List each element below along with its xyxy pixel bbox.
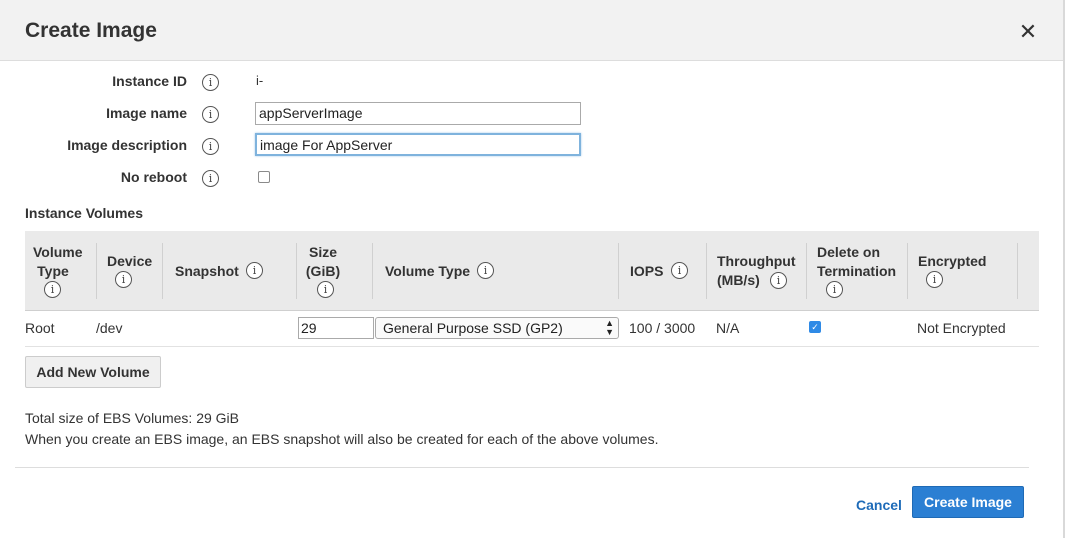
image-description-input[interactable]: image For AppServer — [255, 133, 581, 156]
column-divider — [806, 243, 807, 299]
delete-on-termination-checkbox[interactable]: ✓ — [809, 321, 821, 333]
col-snapshot: Snapshot — [175, 263, 239, 279]
row-throughput: N/A — [716, 320, 740, 336]
image-name-label: Image name — [106, 105, 187, 121]
image-name-input[interactable]: appServerImage — [255, 102, 581, 125]
add-new-volume-button[interactable]: Add New Volume — [25, 356, 161, 388]
row-iops: 100 / 3000 — [629, 320, 696, 336]
col-device-info-icon[interactable]: i — [115, 271, 132, 288]
col-snapshot-info-icon[interactable]: i — [246, 262, 263, 279]
instance-volumes-title: Instance Volumes — [25, 205, 144, 221]
no-reboot-label: No reboot — [120, 169, 187, 185]
col-size-line2: (GiB) — [305, 263, 341, 279]
col-device: Device — [107, 253, 153, 269]
col-ebs-volume-type-info-icon[interactable]: i — [477, 262, 494, 279]
instance-id-value: i- — [256, 73, 264, 88]
col-volume-type-line2: Type — [37, 263, 69, 279]
col-volume-type-info-icon[interactable]: i — [44, 281, 61, 298]
volume-type-select-value: General Purpose SSD (GP2) — [383, 320, 563, 336]
cancel-button[interactable]: Cancel — [856, 497, 902, 513]
col-throughput-info-icon[interactable]: i — [770, 272, 787, 289]
column-divider — [1017, 243, 1018, 299]
col-encrypted-info-icon[interactable]: i — [926, 271, 943, 288]
column-divider — [162, 243, 163, 299]
row-device: /dev — [96, 320, 123, 336]
no-reboot-checkbox[interactable] — [258, 171, 270, 183]
select-arrows-icon: ▲ ▼ — [605, 318, 614, 337]
column-divider — [296, 243, 297, 299]
col-throughput-line1: Throughput — [717, 253, 796, 269]
instance-id-info-icon[interactable]: i — [202, 74, 219, 91]
column-divider — [618, 243, 619, 299]
row-divider — [25, 346, 1039, 347]
col-delete-on-termination: Delete on Termination — [817, 243, 896, 281]
column-divider — [96, 243, 97, 299]
image-description-info-icon[interactable]: i — [202, 138, 219, 155]
col-size: Size (GiB) — [305, 243, 341, 281]
col-size-line1: Size — [308, 244, 337, 260]
volume-type-select[interactable]: General Purpose SSD (GP2) ▲ ▼ — [375, 317, 619, 339]
size-input[interactable]: 29 — [298, 317, 374, 339]
column-divider — [907, 243, 908, 299]
row-encrypted: Not Encrypted — [917, 320, 1006, 336]
col-size-info-icon[interactable]: i — [317, 281, 334, 298]
col-iops: IOPS — [630, 263, 664, 279]
col-volume-type-line1: Volume — [33, 244, 83, 260]
col-delete-line2: Termination — [817, 263, 897, 279]
instance-id-label: Instance ID — [112, 73, 187, 89]
snapshot-note: When you create an EBS image, an EBS sna… — [25, 431, 659, 447]
dialog-header: Create Image ✕ — [0, 0, 1065, 61]
col-encrypted: Encrypted — [918, 253, 987, 269]
dialog-title: Create Image — [25, 19, 157, 42]
close-icon[interactable]: ✕ — [1016, 20, 1040, 44]
total-size-note: Total size of EBS Volumes: 29 GiB — [25, 410, 239, 426]
image-name-info-icon[interactable]: i — [202, 106, 219, 123]
create-image-button[interactable]: Create Image — [912, 486, 1024, 518]
col-ebs-volume-type: Volume Type — [385, 263, 471, 279]
column-divider — [706, 243, 707, 299]
no-reboot-info-icon[interactable]: i — [202, 170, 219, 187]
col-iops-info-icon[interactable]: i — [671, 262, 688, 279]
footer-divider — [15, 467, 1029, 468]
image-description-label: Image description — [67, 137, 187, 153]
row-volume-type: Root — [25, 320, 55, 336]
col-delete-info-icon[interactable]: i — [826, 281, 843, 298]
column-divider — [372, 243, 373, 299]
volumes-table-header: Volume Type i Device i Snapshot i Size (… — [25, 231, 1039, 311]
col-delete-line1: Delete on — [817, 244, 881, 260]
col-volume-type: Volume Type — [33, 243, 83, 281]
